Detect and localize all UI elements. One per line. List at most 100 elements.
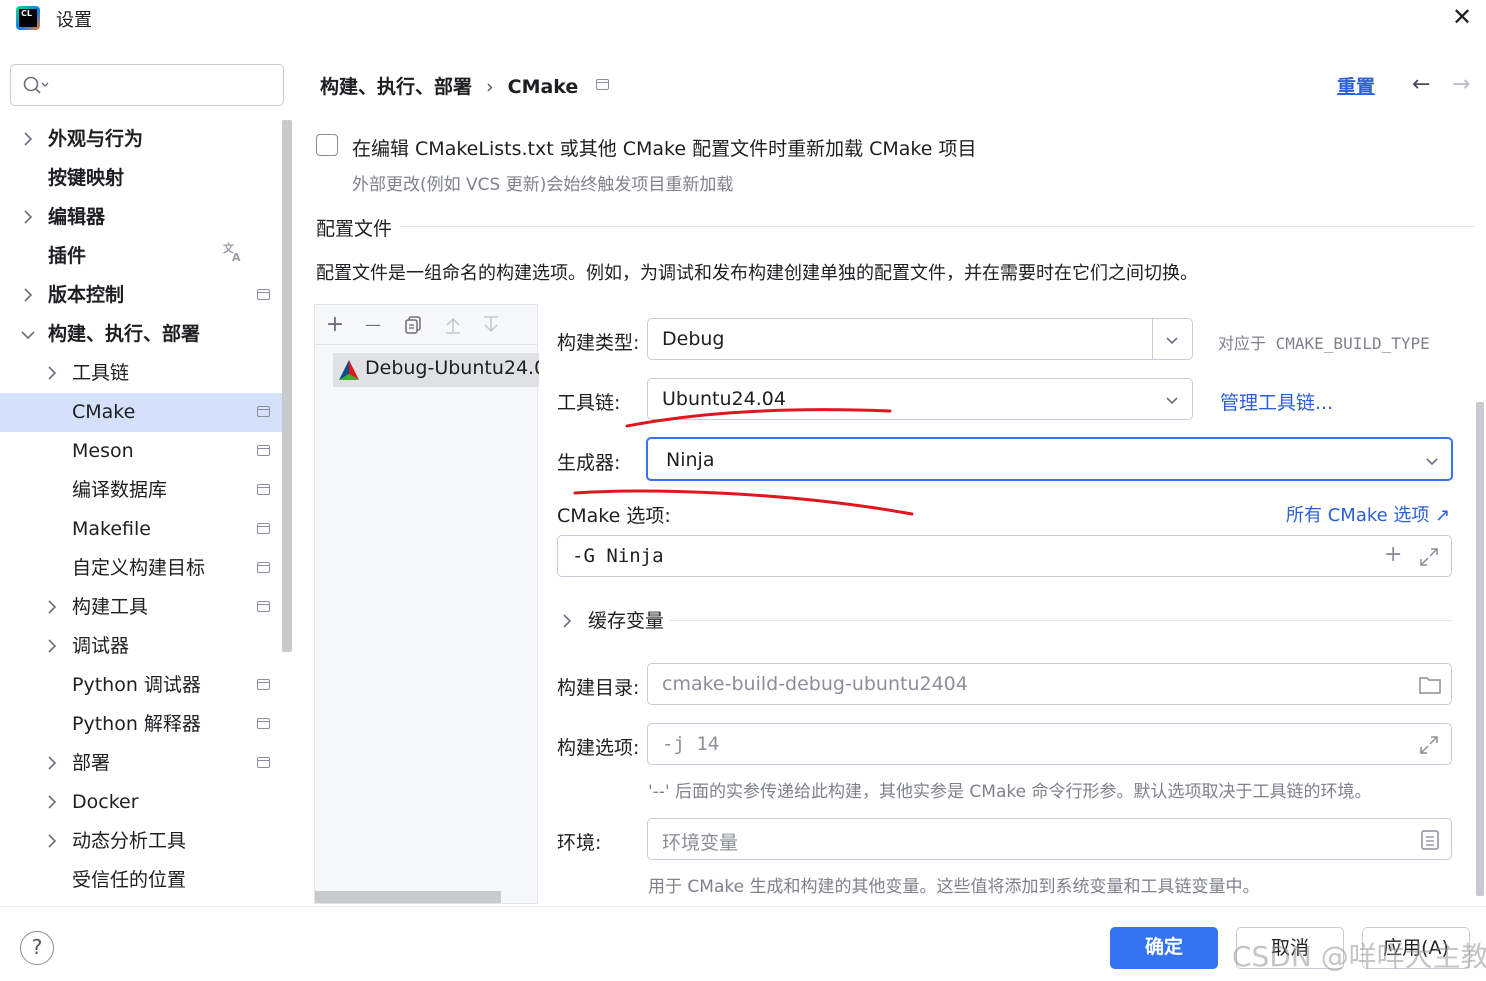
build-type-value: Debug (662, 328, 725, 350)
chevron-down-icon[interactable] (20, 315, 36, 354)
remove-profile-button[interactable]: — (359, 311, 387, 339)
title-bar: CL 设置 ✕ (0, 0, 1486, 40)
sidebar-item-label: 受信任的位置 (72, 869, 187, 891)
back-arrow-icon[interactable]: ← (1412, 72, 1430, 97)
project-scope-icon (257, 679, 270, 690)
sidebar-item-cmake[interactable]: CMake (0, 393, 282, 432)
chevron-right-icon[interactable] (20, 198, 36, 237)
chevron-right-icon[interactable] (20, 120, 36, 159)
reload-cmake-hint: 外部更改(例如 VCS 更新)会始终触发项目重新加载 (352, 175, 734, 195)
chevron-right-icon[interactable] (44, 588, 60, 627)
csdn-watermark: CSDN @咩咩大主教 (1232, 940, 1486, 973)
sidebar-item-makefile[interactable]: Makefile (0, 510, 282, 549)
sidebar-item-trusted-locations[interactable]: 受信任的位置 (0, 861, 282, 900)
sidebar-item-build-exec-deploy[interactable]: 构建、执行、部署 (0, 315, 282, 354)
breadcrumb-parent[interactable]: 构建、执行、部署 (320, 76, 472, 98)
sidebar-item-vcs[interactable]: 版本控制 (0, 276, 282, 315)
forward-arrow-icon[interactable]: → (1452, 72, 1470, 97)
sidebar-item-python-debugger[interactable]: Python 调试器 (0, 666, 282, 705)
generator-combo[interactable]: Ninja (646, 437, 1453, 481)
manage-toolchains-link[interactable]: 管理工具链... (1220, 388, 1333, 415)
build-type-hint: 对应于 CMAKE_BUILD_TYPE (1218, 334, 1430, 353)
expand-icon[interactable] (1418, 734, 1440, 756)
chevron-right-icon[interactable] (44, 744, 60, 783)
folder-icon[interactable] (1418, 674, 1442, 696)
env-label: 环境: (557, 832, 602, 854)
cache-variables-toggle[interactable]: 缓存变量 (558, 606, 664, 633)
chevron-down-icon[interactable] (1164, 332, 1180, 348)
build-dir-field[interactable]: cmake-build-debug-ubuntu2404 (647, 663, 1452, 705)
reload-cmake-checkbox[interactable] (316, 134, 338, 156)
search-input[interactable] (59, 73, 269, 97)
profile-name: Debug-Ubuntu24.04 (365, 357, 539, 379)
breadcrumb: 构建、执行、部署 › CMake (320, 72, 578, 99)
plus-icon[interactable]: + (1384, 542, 1402, 567)
sidebar-item-meson[interactable]: Meson (0, 432, 282, 471)
chevron-right-icon[interactable] (44, 783, 60, 822)
profiles-section-title: 配置文件 (316, 218, 393, 240)
chevron-right-icon[interactable] (44, 354, 60, 393)
project-scope-icon (257, 484, 270, 495)
sidebar-item-custom-targets[interactable]: 自定义构建目标 (0, 549, 282, 588)
sidebar-item-label: 按键映射 (48, 167, 125, 189)
sidebar-item-keymap[interactable]: 按键映射 (0, 159, 282, 198)
build-dir-value[interactable]: cmake-build-debug-ubuntu2404 (662, 673, 968, 695)
chevron-right-icon[interactable] (20, 276, 36, 315)
sidebar-item-plugins[interactable]: 插件 文A (0, 237, 282, 276)
cmake-options-value[interactable]: -G Ninja (572, 545, 664, 567)
settings-tree: 外观与行为 按键映射 编辑器 插件 文A 版本控制 构建、执行、部署 工具链 C… (0, 120, 282, 900)
env-placeholder[interactable]: 环境变量 (662, 828, 738, 855)
ok-button[interactable]: 确定 (1110, 927, 1218, 969)
build-options-field[interactable]: -j 14 (647, 723, 1452, 765)
app-logo-text: CL (19, 9, 37, 27)
close-button[interactable]: ✕ (1448, 4, 1476, 32)
all-cmake-options-link[interactable]: 所有 CMake 选项 ↗ (1286, 501, 1450, 527)
sidebar-item-docker[interactable]: Docker (0, 783, 282, 822)
chevron-right-icon[interactable] (44, 822, 60, 861)
toolchain-combo[interactable]: Ubuntu24.04 (647, 378, 1193, 420)
minus-icon: — (365, 315, 381, 334)
sidebar-item-dynamic-analysis[interactable]: 动态分析工具 (0, 822, 282, 861)
sidebar-item-build-tools[interactable]: 构建工具 (0, 588, 282, 627)
sidebar-item-label: 构建工具 (72, 596, 149, 618)
sidebar-item-label: 工具链 (72, 362, 130, 384)
reload-cmake-label[interactable]: 在编辑 CMakeLists.txt 或其他 CMake 配置文件时重新加载 C… (352, 134, 977, 161)
chevron-right-icon[interactable] (44, 627, 60, 666)
translate-icon: 文A (222, 237, 244, 276)
profiles-horizontal-scrollbar[interactable] (315, 891, 501, 903)
profile-list-item[interactable]: Debug-Ubuntu24.04 (333, 353, 539, 387)
expand-icon[interactable] (1418, 546, 1440, 568)
breadcrumb-separator: › (486, 76, 494, 98)
move-up-button[interactable] (439, 311, 467, 339)
sidebar-item-appearance[interactable]: 外观与行为 (0, 120, 282, 159)
chevron-down-icon[interactable] (1164, 392, 1180, 408)
sidebar-item-label: 外观与行为 (48, 128, 144, 150)
sidebar-item-python-interpreter[interactable]: Python 解释器 (0, 705, 282, 744)
build-type-combo[interactable]: Debug (647, 318, 1193, 360)
sidebar-item-toolchains[interactable]: 工具链 (0, 354, 282, 393)
arrow-up-icon (446, 317, 460, 334)
copy-profile-button[interactable] (399, 311, 427, 339)
move-down-button[interactable] (477, 311, 505, 339)
reset-link[interactable]: 重置 (1337, 72, 1375, 99)
help-button[interactable]: ? (20, 931, 54, 965)
chevron-down-icon[interactable] (1424, 453, 1440, 469)
build-options-hint: '--' 后面的实参传递给此构建，其他实参是 CMake 命令行形参。默认选项取… (648, 782, 1372, 802)
sidebar-scrollbar[interactable] (282, 120, 292, 652)
add-profile-button[interactable]: + (321, 311, 349, 339)
cmake-triangle-icon (339, 360, 359, 380)
sidebar-item-deployment[interactable]: 部署 (0, 744, 282, 783)
profiles-description: 配置文件是一组命名的构建选项。例如，为调试和发布构建创建单独的配置文件，并在需要… (316, 263, 1198, 284)
settings-search[interactable] (10, 64, 284, 106)
document-icon[interactable] (1420, 829, 1440, 851)
chevron-right-icon (563, 614, 572, 628)
build-options-value[interactable]: -j 14 (662, 733, 719, 755)
cmake-options-field[interactable]: -G Ninja + (557, 535, 1452, 577)
sidebar-item-editor[interactable]: 编辑器 (0, 198, 282, 237)
sidebar-item-compilation-db[interactable]: 编译数据库 (0, 471, 282, 510)
env-field[interactable]: 环境变量 (647, 818, 1452, 860)
sidebar-item-label: 构建、执行、部署 (48, 323, 201, 345)
content-scrollbar[interactable] (1476, 402, 1484, 896)
sidebar-item-debugger[interactable]: 调试器 (0, 627, 282, 666)
plus-icon: + (325, 312, 345, 337)
